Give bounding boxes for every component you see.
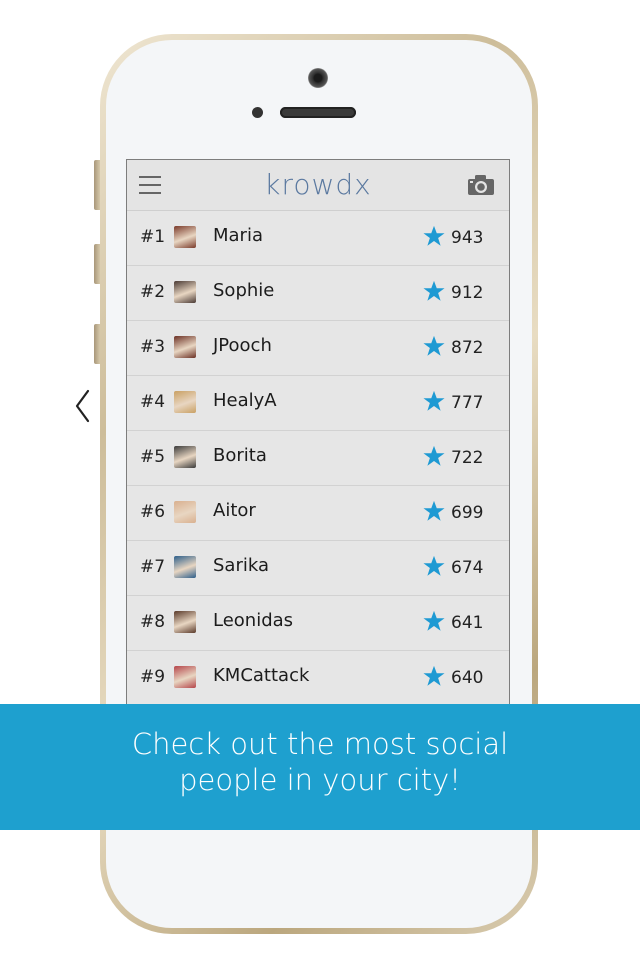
user-name[interactable]: KMCattack bbox=[213, 665, 309, 686]
star-icon bbox=[423, 225, 445, 246]
rank-label: #5 bbox=[140, 447, 166, 467]
user-name[interactable]: Sarika bbox=[213, 555, 269, 576]
user-name[interactable]: HealyA bbox=[213, 390, 277, 411]
star-icon bbox=[423, 280, 445, 301]
proximity-sensor bbox=[252, 107, 263, 118]
rank-label: #3 bbox=[140, 337, 166, 357]
list-item[interactable]: #1 Maria 943 bbox=[127, 211, 509, 266]
list-item[interactable]: #5 Borita 722 bbox=[127, 431, 509, 486]
list-item[interactable]: #9 KMCattack 640 bbox=[127, 651, 509, 706]
star-icon bbox=[423, 335, 445, 356]
star-icon bbox=[423, 555, 445, 576]
rank-label: #4 bbox=[140, 392, 166, 412]
list-item[interactable]: #8 Leonidas 641 bbox=[127, 596, 509, 651]
chevron-left-icon[interactable] bbox=[72, 388, 94, 424]
promo-banner: Check out the most social people in your… bbox=[0, 704, 640, 830]
avatar[interactable] bbox=[174, 556, 196, 578]
app-header: krowdx bbox=[127, 160, 509, 211]
star-icon bbox=[423, 665, 445, 686]
avatar[interactable] bbox=[174, 281, 196, 303]
rank-label: #9 bbox=[140, 667, 166, 687]
list-item[interactable]: #2 Sophie 912 bbox=[127, 266, 509, 321]
star-icon bbox=[423, 445, 445, 466]
score-value: 912 bbox=[451, 283, 484, 303]
user-name[interactable]: JPooch bbox=[213, 335, 272, 356]
score-value: 699 bbox=[451, 503, 484, 523]
score-value: 641 bbox=[451, 613, 484, 633]
avatar[interactable] bbox=[174, 611, 196, 633]
app-logo: krowdx bbox=[264, 168, 372, 201]
avatar[interactable] bbox=[174, 336, 196, 358]
rank-label: #1 bbox=[140, 227, 166, 247]
leaderboard-list: #1 Maria 943 #2 Sophie 912 #3 JPooch 872 #4 HealyA… bbox=[127, 211, 509, 706]
score-value: 640 bbox=[451, 668, 484, 688]
score-value: 722 bbox=[451, 448, 484, 468]
list-item[interactable]: #3 JPooch 872 bbox=[127, 321, 509, 376]
avatar[interactable] bbox=[174, 501, 196, 523]
user-name[interactable]: Borita bbox=[213, 445, 267, 466]
list-item[interactable]: #4 HealyA 777 bbox=[127, 376, 509, 431]
rank-label: #6 bbox=[140, 502, 166, 522]
avatar[interactable] bbox=[174, 666, 196, 688]
rank-label: #8 bbox=[140, 612, 166, 632]
volume-down-button bbox=[94, 324, 100, 364]
front-camera bbox=[308, 68, 328, 88]
user-name[interactable]: Sophie bbox=[213, 280, 274, 301]
score-value: 943 bbox=[451, 228, 484, 248]
avatar[interactable] bbox=[174, 446, 196, 468]
list-item[interactable]: #6 Aitor 699 bbox=[127, 486, 509, 541]
score-value: 872 bbox=[451, 338, 484, 358]
star-icon bbox=[423, 390, 445, 411]
score-value: 674 bbox=[451, 558, 484, 578]
user-name[interactable]: Leonidas bbox=[213, 610, 293, 631]
user-name[interactable]: Aitor bbox=[213, 500, 256, 521]
banner-line-1: Check out the most social bbox=[131, 727, 509, 761]
score-value: 777 bbox=[451, 393, 484, 413]
avatar[interactable] bbox=[174, 226, 196, 248]
list-item[interactable]: #7 Sarika 674 bbox=[127, 541, 509, 596]
app-screen: krowdx #1 Maria 943 #2 Sophie 912 #3 JPooch 872 #… bbox=[126, 159, 510, 721]
star-icon bbox=[423, 610, 445, 631]
earpiece-speaker bbox=[280, 107, 356, 118]
volume-up-button bbox=[94, 244, 100, 284]
banner-line-2: people in your city! bbox=[179, 763, 461, 797]
rank-label: #2 bbox=[140, 282, 166, 302]
star-icon bbox=[423, 500, 445, 521]
camera-icon[interactable] bbox=[467, 174, 495, 196]
rank-label: #7 bbox=[140, 557, 166, 577]
user-name[interactable]: Maria bbox=[213, 225, 263, 246]
silent-switch bbox=[94, 160, 100, 210]
avatar[interactable] bbox=[174, 391, 196, 413]
